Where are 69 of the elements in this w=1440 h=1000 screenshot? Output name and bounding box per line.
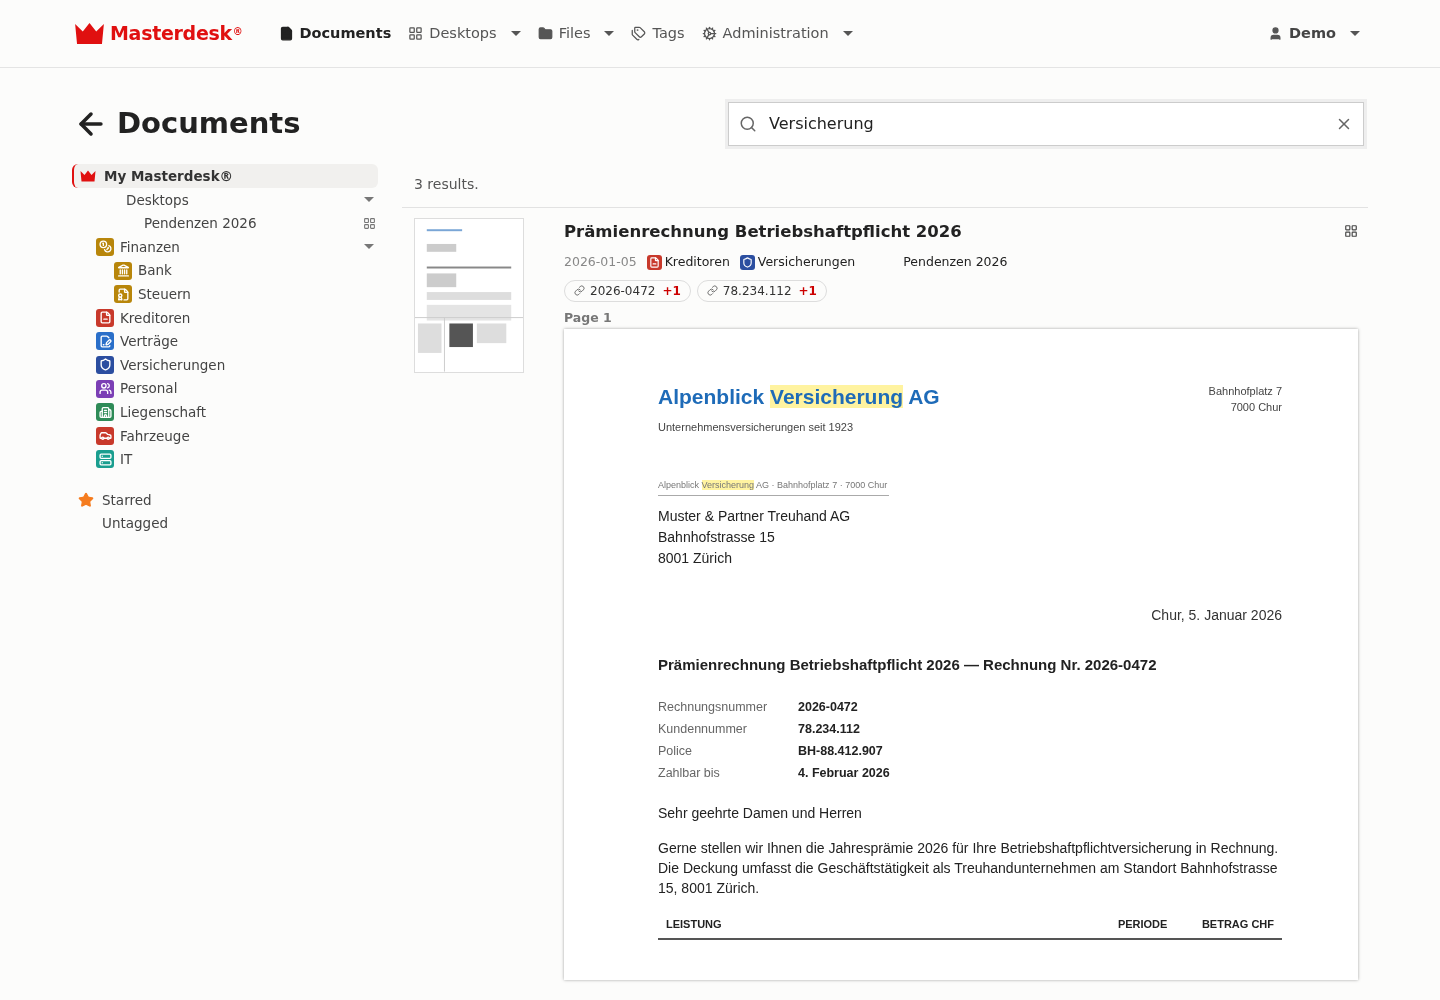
field-label: Rechnungsnummer <box>658 699 769 717</box>
field-value: 78.234.112 <box>798 721 860 739</box>
nav-item[interactable]: Desktops <box>408 22 521 45</box>
sidebar-item[interactable]: Versicherungen <box>120 354 226 376</box>
user-menu[interactable]: Demo <box>1268 22 1360 45</box>
table-header: LEISTUNG <box>666 916 723 932</box>
field-label: Police <box>658 743 694 761</box>
results-count: 3 results. <box>413 175 480 194</box>
nav-item[interactable]: Administration <box>701 22 853 45</box>
sender-address-line: 7000 Chur <box>1229 400 1282 416</box>
document-icon <box>278 26 294 41</box>
caret-icon <box>1350 31 1360 36</box>
sidebar-item[interactable]: Fahrzeuge <box>120 425 190 446</box>
link-icon <box>706 285 718 296</box>
field-label: Kundennummer <box>658 721 748 739</box>
grid-icon[interactable] <box>363 216 376 230</box>
sidebar-item[interactable]: Desktops <box>126 189 189 210</box>
sidebar-item[interactable]: Pendenzen 2026 <box>144 213 257 234</box>
folder-icon <box>537 26 553 41</box>
expand-caret-icon[interactable] <box>364 197 374 203</box>
expand-caret-icon[interactable] <box>364 244 374 250</box>
crown-icon <box>74 22 105 45</box>
crown-icon <box>80 170 96 182</box>
field-value: 4. Februar 2026 <box>798 765 890 783</box>
table-header: BETRAG CHF <box>1201 916 1274 932</box>
recipient-address-line: 8001 Zürich <box>658 549 733 569</box>
sidebar-item[interactable]: Steuern <box>138 284 191 305</box>
tags-icon <box>631 26 647 41</box>
user-icon <box>1268 26 1284 41</box>
nav-item[interactable]: Files <box>537 22 615 45</box>
place-date: Chur, 5. Januar 2026 <box>1150 606 1282 626</box>
search-icon <box>739 115 757 133</box>
sidebar-item[interactable]: Liegenschaft <box>120 402 207 423</box>
sender-address-line: Bahnhofplatz 7 <box>1208 384 1282 400</box>
page-title: Documents <box>117 105 301 143</box>
table-header: PERIODE <box>1117 916 1169 932</box>
field-label: Zahlbar bis <box>658 765 721 783</box>
field-value: BH-88.412.907 <box>798 743 883 761</box>
recipient-address-line: Muster & Partner Treuhand AG <box>658 507 852 527</box>
sidebar-item[interactable]: Bank <box>138 260 172 281</box>
nav-item[interactable]: Documents <box>278 22 392 45</box>
sidebar-item[interactable]: Untagged <box>102 513 169 534</box>
link-icon <box>574 285 585 296</box>
document-subject: Prämienrechnung Betriebshaftpflicht 2026 — Rechnung Nr. 2026-0472 <box>658 655 1158 676</box>
sidebar-item[interactable]: IT <box>120 449 133 470</box>
company-name: Alpenblick Versicherung AG <box>658 384 940 411</box>
company-tagline: Unternehmensversicherungen seit 1923 <box>658 419 855 435</box>
desktop-label[interactable]: Pendenzen 2026 <box>903 252 1008 272</box>
sidebar-item[interactable]: Kreditoren <box>120 307 191 328</box>
body-paragraph: Gerne stellen wir Ihnen die Jahresprämie 2026 für Ihre Betriebshaftpflichtversicherung in Rechnung. Die Deckung umfasst die Geschäftstätigkeit als Treuhandunternehmen am Standort Bahnhofstrasse 15, 8001 Zürich. <box>658 838 1280 898</box>
sidebar-item[interactable]: Starred <box>102 489 152 511</box>
page-label: Page 1 <box>564 308 613 327</box>
salutation: Sehr geehrte Damen und Herren <box>658 803 863 823</box>
sidebar-root-item[interactable]: My Masterdesk® <box>72 164 378 188</box>
recipient-address-line: Bahnhofstrasse 15 <box>658 528 776 548</box>
sidebar-item[interactable]: Personal <box>120 378 178 399</box>
result-title[interactable]: Prämienrechnung Betriebshaftpflicht 2026 <box>564 220 962 245</box>
sidebar-item[interactable]: Verträge <box>120 331 179 352</box>
grid-icon <box>408 26 424 41</box>
document-date: 2026-01-05 <box>564 252 637 271</box>
nav-item[interactable]: Tags <box>631 22 685 45</box>
grid-icon[interactable] <box>1344 224 1358 238</box>
tag-label[interactable]: Kreditoren <box>664 252 730 272</box>
document-thumbnail[interactable] <box>414 218 524 373</box>
field-value: 2026-0472 <box>798 699 858 717</box>
brand-name[interactable]: Masterdesk$^{®}$ <box>110 19 243 48</box>
search-field[interactable]: Versicherung <box>728 102 1364 146</box>
tag-label[interactable]: Versicherungen <box>757 252 856 272</box>
sidebar-item[interactable]: Finanzen <box>120 236 180 258</box>
